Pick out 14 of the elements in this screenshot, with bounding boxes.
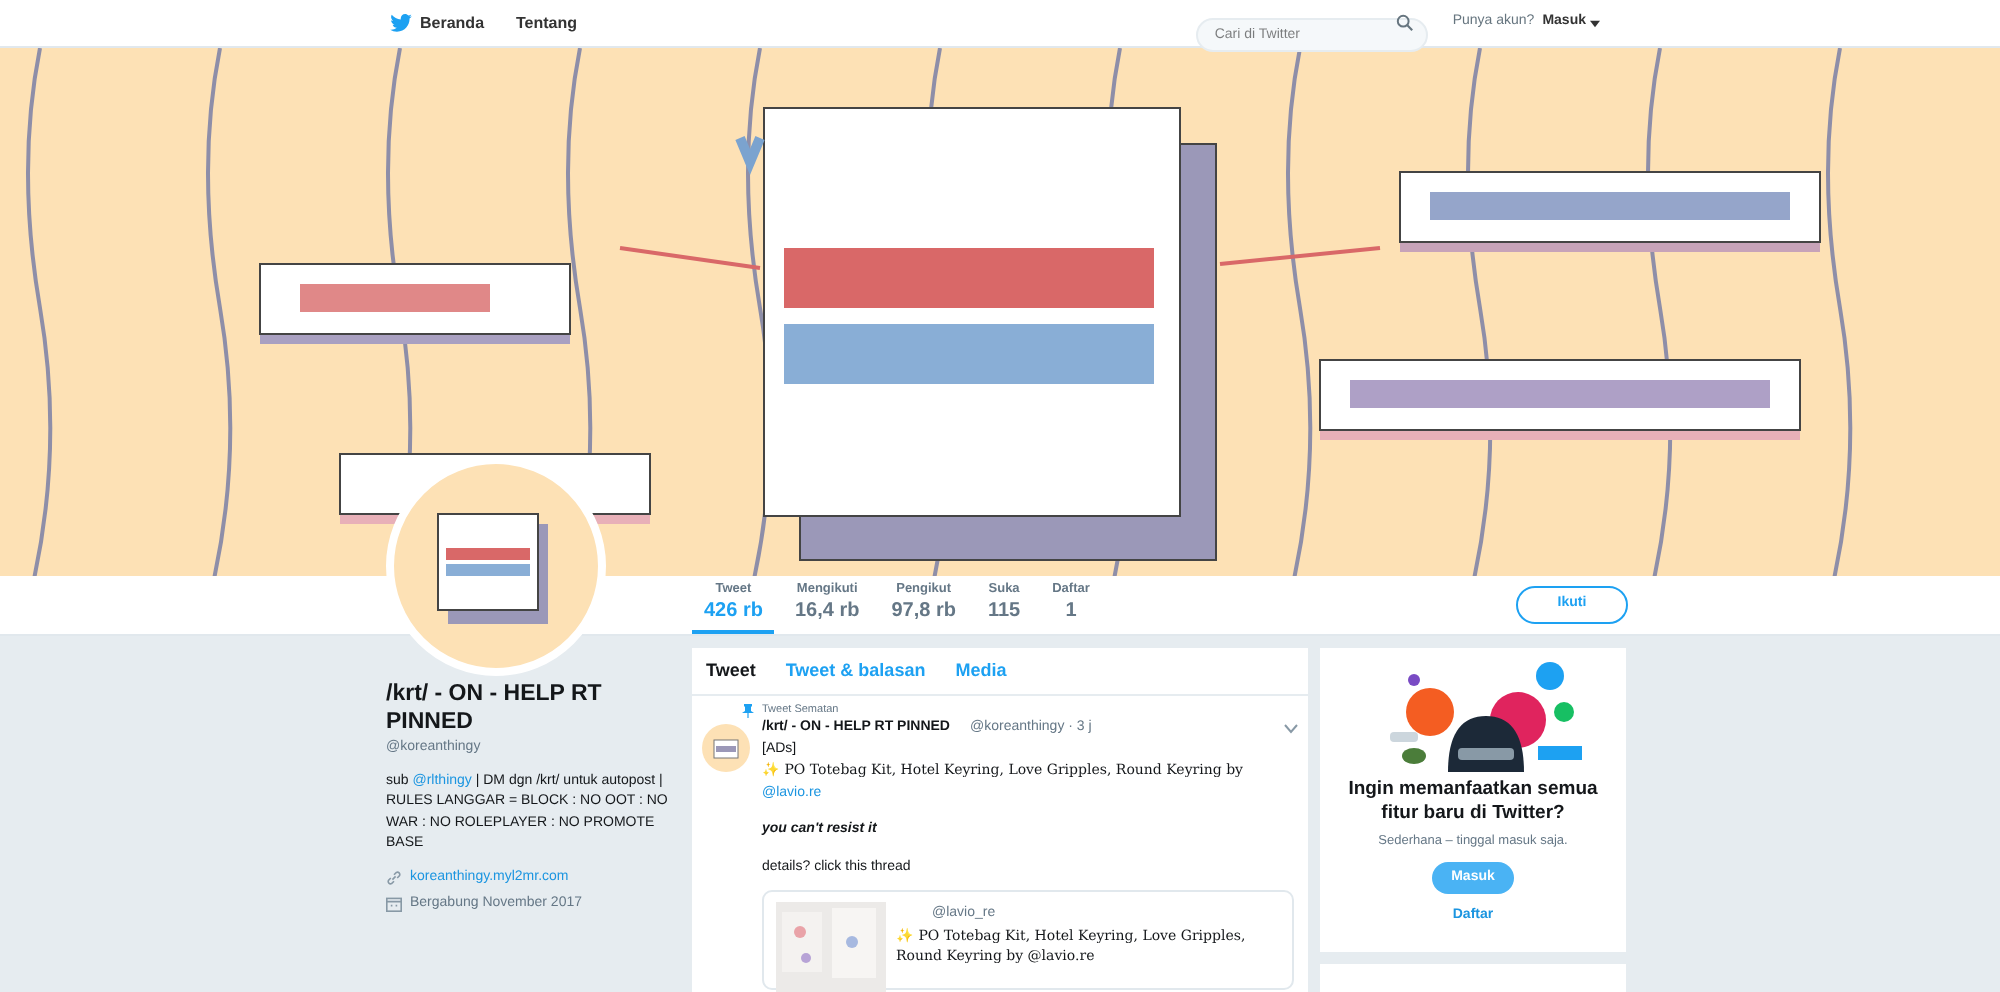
timeline-tab[interactable]: Media [955,657,1007,685]
timeline-tab[interactable]: Tweet [706,657,756,685]
caret-icon [1590,19,1600,27]
timeline-tab[interactable]: Tweet & balasan [785,657,926,685]
link-icon [386,869,402,886]
nav-link[interactable]: Tentang [516,11,578,35]
profile-name: /krt/ - ON - HELP RT PINNED [386,680,604,736]
chevron-icon[interactable] [1284,724,1298,734]
signup-title: Ingin memanfaatkan semua fitur baru di Twitter? [1346,778,1600,826]
calendar-icon [386,896,402,913]
search-icon [1396,14,1415,32]
bird-icon [390,14,412,32]
pin-icon [742,703,754,718]
nav-link[interactable]: Beranda [390,11,485,35]
